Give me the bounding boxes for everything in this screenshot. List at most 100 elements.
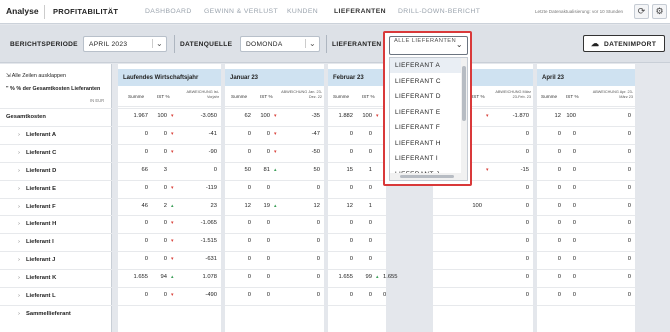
sum-cell: 0 <box>144 184 148 191</box>
row-divider <box>433 304 533 306</box>
column-subheader: IST % <box>566 94 579 99</box>
sum-cell: 0 <box>557 238 561 245</box>
deviation-cell: 0 <box>525 274 529 281</box>
chevron-right-icon[interactable]: › <box>18 204 20 210</box>
row-divider <box>225 108 324 109</box>
refresh-button[interactable]: ⟳ <box>634 4 649 19</box>
ist-pct-cell: 0 <box>266 274 270 281</box>
ist-pct-cell: 100 <box>157 113 167 119</box>
deviation-cell: 0 <box>627 274 631 281</box>
row-divider <box>537 125 635 127</box>
horizontal-scrollbar[interactable] <box>390 173 467 180</box>
sum-cell: 1.967 <box>133 113 148 119</box>
chevron-right-icon[interactable]: › <box>18 132 20 138</box>
settings-button[interactable]: ⚙ <box>652 4 667 19</box>
ist-pct-cell: 0 <box>368 148 372 155</box>
header-divider <box>225 106 324 107</box>
row-name: Lieferant L <box>26 293 56 299</box>
row-name: Lieferant A <box>26 131 57 138</box>
period-select[interactable]: APRIL 2023 ⌄ <box>83 36 167 52</box>
column-subheader: ABWEICHUNG Apr. 23-März 23 <box>592 90 633 99</box>
total-row-label: Gesamtkosten <box>0 108 112 125</box>
data-import-button[interactable]: ☁ DATENIMPORT <box>583 35 665 52</box>
cloud-upload-icon: ☁ <box>591 39 600 48</box>
sum-cell: 1.655 <box>133 274 148 281</box>
sum-cell: 0 <box>557 274 561 281</box>
ist-pct-cell: 0 <box>266 184 270 191</box>
supplier-row-label[interactable]: › Lieferant J <box>0 251 112 268</box>
sum-cell: 0 <box>349 238 353 245</box>
supplier-row-label[interactable]: › Lieferant H <box>0 215 112 232</box>
supplier-option[interactable]: LIEFERANT F <box>390 120 462 135</box>
supplier-row-label[interactable]: › Lieferant K <box>0 269 112 286</box>
deviation-cell: -1.870 <box>486 113 529 119</box>
sum-cell: 15 <box>346 166 353 173</box>
expand-all-rows[interactable]: ⇲ Alle Zeilen ausklappen <box>6 73 66 79</box>
deviation-cell: 0 <box>627 113 631 119</box>
scroll-thumb[interactable] <box>400 175 454 178</box>
sum-cell: 0 <box>557 220 561 227</box>
supplier-row-label[interactable]: › Lieferant I <box>0 233 112 250</box>
supplier-row-label[interactable]: › Lieferant F <box>0 197 112 215</box>
nav-lieferanten[interactable]: LIEFERANTEN <box>334 8 386 15</box>
sum-cell: 0 <box>557 202 561 209</box>
sum-cell: 0 <box>349 292 353 298</box>
source-select[interactable]: DOMONDA ⌄ <box>240 36 320 52</box>
supplier-options-list[interactable]: LIEFERANT A LIEFERANT C LIEFERANT D LIEFERA… <box>389 57 468 181</box>
scroll-thumb[interactable] <box>462 66 466 121</box>
supplier-option[interactable]: LIEFERANT H <box>390 136 462 151</box>
ist-pct-cell: 0 <box>572 292 576 298</box>
nav-gewinn-verlust[interactable]: GEWINN & VERLUST <box>204 8 278 15</box>
deviation-cell: -41 <box>171 131 217 137</box>
column-header: Laufendes Wirtschaftsjahr <box>118 69 221 86</box>
chevron-right-icon[interactable]: › <box>18 311 20 317</box>
supplier-select[interactable]: ALLE LIEFERANTEN ⌄ <box>389 36 468 55</box>
row-name: Lieferant J <box>26 257 56 264</box>
ist-pct-cell: 81 <box>263 166 270 173</box>
chevron-right-icon[interactable]: › <box>18 168 20 174</box>
sum-cell: 0 <box>557 130 561 137</box>
sum-cell: 1.882 <box>338 113 353 119</box>
supplier-row-label[interactable]: › Lieferant C <box>0 143 112 161</box>
nav-kunden[interactable]: KUNDEN <box>287 8 318 15</box>
ist-pct-cell: 0 <box>572 202 576 209</box>
row-divider <box>225 287 324 288</box>
sum-cell: 0 <box>144 148 148 155</box>
sum-cell: 0 <box>557 148 561 155</box>
vertical-scrollbar[interactable] <box>461 58 467 174</box>
supplier-row-label[interactable]: › Sammellieferant <box>0 304 112 322</box>
chevron-right-icon[interactable]: › <box>18 239 20 245</box>
nav-drill-down[interactable]: DRILL-DOWN-BERICHT <box>398 8 480 15</box>
nav-dashboard[interactable]: DASHBOARD <box>145 8 192 15</box>
row-divider <box>328 161 386 163</box>
chevron-right-icon[interactable]: › <box>18 186 20 192</box>
chevron-right-icon[interactable]: › <box>18 150 20 156</box>
sum-cell: 0 <box>247 292 251 298</box>
sum-cell: 0 <box>247 148 251 155</box>
supplier-option[interactable]: LIEFERANT E <box>390 105 462 120</box>
supplier-dropdown[interactable]: ALLE LIEFERANTEN ⌄ LIEFERANT A LIEFERANT … <box>383 31 472 186</box>
source-label: DATENQUELLE <box>180 41 233 48</box>
supplier-row-label[interactable]: › Lieferant E <box>0 179 112 197</box>
chevron-right-icon[interactable]: › <box>18 257 20 263</box>
supplier-row-label[interactable]: › Lieferant D <box>0 161 112 179</box>
row-divider <box>433 269 533 271</box>
deviation-cell: 0 <box>316 256 320 263</box>
chevron-right-icon[interactable]: › <box>18 275 20 281</box>
row-divider <box>328 215 386 217</box>
supplier-option[interactable]: LIEFERANT C <box>390 74 462 89</box>
sum-cell: 50 <box>244 166 251 173</box>
supplier-option[interactable]: LIEFERANT D <box>390 89 462 104</box>
supplier-row-label[interactable]: › Lieferant A <box>0 125 112 143</box>
ist-pct-cell: 0 <box>572 220 576 227</box>
chevron-right-icon[interactable]: › <box>18 293 20 299</box>
sum-cell: 12 <box>554 113 561 119</box>
supplier-row-label[interactable]: › Lieferant L <box>0 287 112 304</box>
chevron-right-icon[interactable]: › <box>18 221 20 227</box>
supplier-option[interactable]: LIEFERANT A <box>390 58 462 73</box>
product-title[interactable]: PROFITABILITÄT <box>53 7 118 16</box>
supplier-option[interactable]: LIEFERANT I <box>390 151 462 166</box>
row-divider <box>537 251 635 253</box>
column-subheader: IST % <box>157 94 170 99</box>
deviation-cell: 0 <box>316 238 320 245</box>
